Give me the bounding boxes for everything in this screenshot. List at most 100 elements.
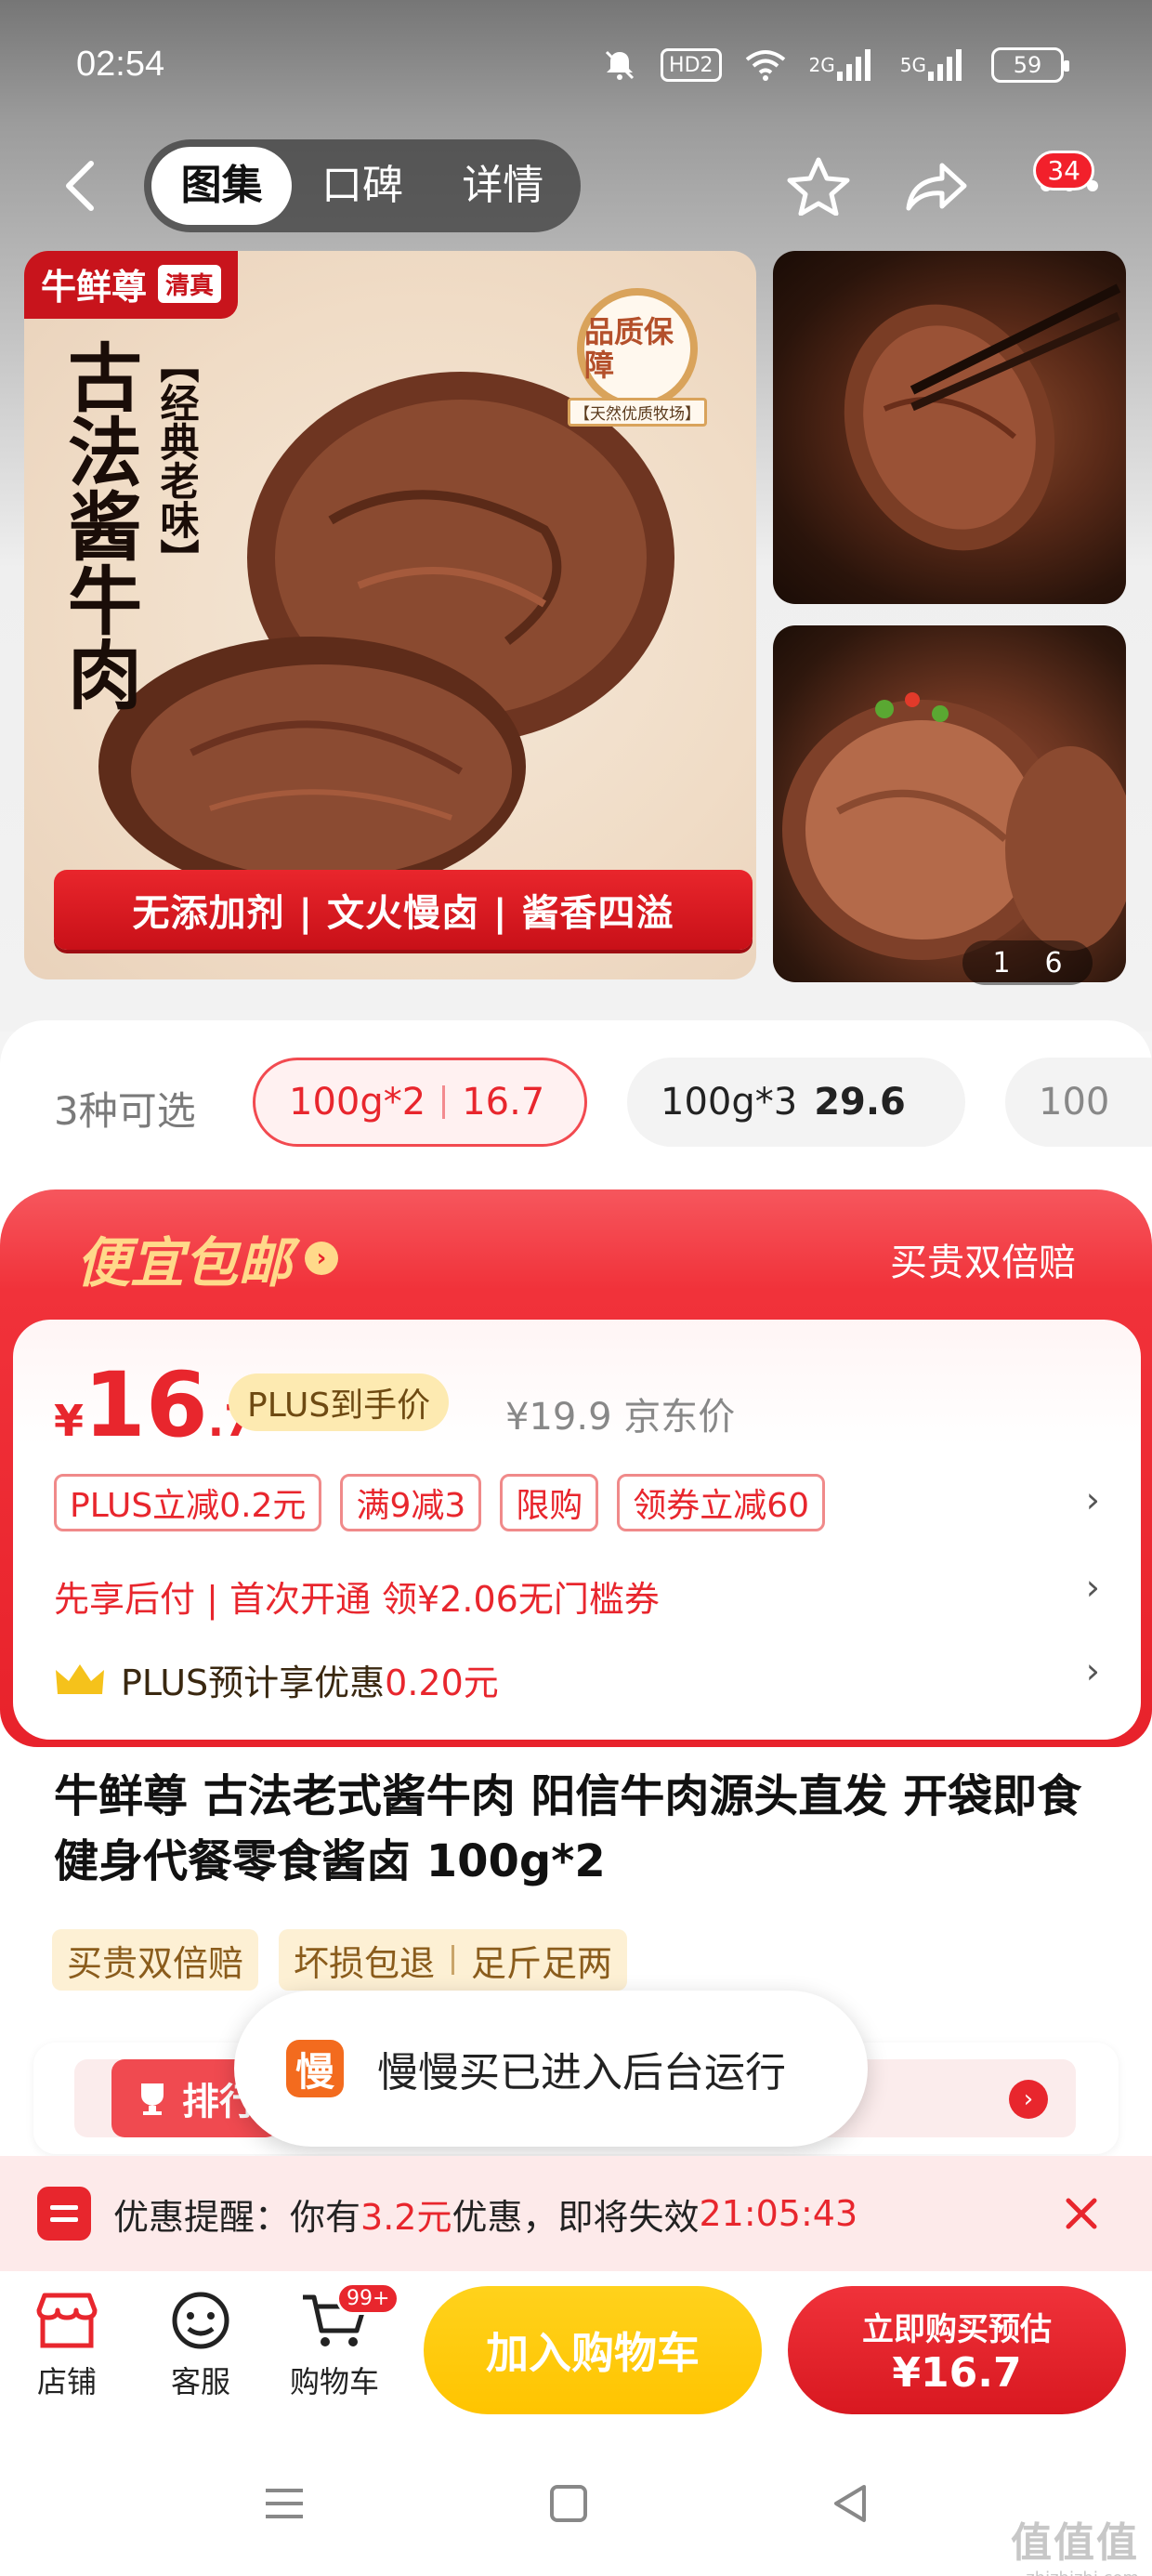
price-guarantee-text: 买贵双倍赔 [890, 1242, 1076, 1284]
mute-icon [601, 45, 638, 85]
coupon-tags[interactable]: PLUS立减0.2元 满9减3 限购 领券立减60 [54, 1474, 826, 1531]
price-integer: 16 [84, 1353, 208, 1457]
trophy-icon [141, 2083, 164, 2115]
buy-now-button[interactable]: 立即购买预估 ¥16.7 [788, 2286, 1126, 2414]
buy-now-price: ¥16.7 [892, 2349, 1022, 2397]
reminder-icon [37, 2187, 91, 2241]
back-triangle-icon [834, 2485, 866, 2522]
feature-banner: 无添加剂 | 文火慢卤 | 酱香四溢 [54, 870, 753, 950]
favorite-button[interactable] [784, 156, 853, 216]
toast-message: 慢慢买已进入后台运行 [377, 2049, 786, 2096]
background-run-toast: 慢 慢慢买已进入后台运行 [234, 1991, 868, 2147]
spec-option[interactable]: 100g*3 29.6 [627, 1058, 965, 1147]
app-logo-icon: 慢 [286, 2040, 344, 2097]
service-label: 客服 [170, 2364, 230, 2399]
chevron-right-icon[interactable]: › [1086, 1650, 1100, 1691]
main-product-image[interactable]: 牛鲜尊 清真 古法酱牛肉 【经典老味】 品质保障 【天然优质牧场】 无添加剂 |… [24, 251, 756, 979]
divider [452, 1945, 455, 1975]
close-icon [1066, 2198, 1097, 2229]
page-total: 6 [1044, 946, 1063, 979]
system-navigation-bar [0, 2429, 1152, 2576]
battery-icon: 59 [991, 47, 1069, 83]
tab-reviews[interactable]: 口碑 [292, 147, 432, 225]
beef-shank-illustration [782, 692, 1126, 960]
spec-option-selected[interactable]: 100g*2 16.7 [253, 1058, 587, 1147]
menu-icon [266, 2489, 303, 2518]
beef-slice-illustration [844, 283, 1121, 551]
plus-discount-value: 0.20元 [385, 1663, 499, 1703]
watermark-logo-text: 值值值 [1011, 2519, 1139, 2567]
more-button[interactable]: 34 [1018, 151, 1120, 216]
thumbnail-image-2[interactable] [773, 625, 1126, 982]
chevron-right-icon[interactable]: › [1086, 1567, 1100, 1608]
promo-title: 便宜包邮 [76, 1231, 293, 1295]
pay-later-offer[interactable]: 先享后付 | 首次开通 领¥2.06无门槛券 [54, 1571, 660, 1622]
plus-discount-label: PLUS预计享优惠 [121, 1663, 386, 1703]
ranking-more-icon[interactable]: › [1009, 2080, 1048, 2119]
quality-seal: 品质保障 【天然优质牧场】 [568, 288, 707, 427]
spec-option-name: 100g*3 [661, 1081, 798, 1124]
customer-service-button[interactable]: 客服 [145, 2290, 256, 2401]
reminder-prefix: 优惠提醒：你有 [113, 2196, 361, 2238]
spec-count-label: 3种可选 [54, 1088, 196, 1134]
spec-option[interactable]: 100 [1005, 1058, 1152, 1147]
signal-2g-label: 2G [808, 54, 835, 76]
quality-seal-text: 品质保障 [577, 288, 698, 409]
back-nav-button[interactable] [823, 2476, 879, 2531]
spec-option-name: 100g*2 [289, 1081, 426, 1124]
status-bar: 02:54 HD2 2G 5G 59 [0, 0, 1152, 139]
page-current: 1 [992, 946, 1011, 979]
star-icon [787, 157, 850, 216]
brand-name: 牛鲜尊 [41, 267, 148, 308]
coupon-tag: PLUS立减0.2元 [54, 1474, 322, 1531]
thumbnail-image-1[interactable] [773, 251, 1126, 604]
menu-nav-button[interactable] [256, 2476, 312, 2531]
shop-button[interactable]: 店铺 [11, 2290, 123, 2401]
cart-button[interactable]: 99+ 购物车 [279, 2282, 400, 2401]
view-segment-control: 图集 口碑 详情 [144, 139, 581, 232]
notification-badge: 34 [1033, 151, 1094, 191]
plus-discount-row[interactable]: PLUS预计享优惠 0.20元 [54, 1654, 499, 1705]
reminder-countdown: 21:05:43 [699, 2193, 858, 2234]
promo-panel: 便宜包邮 › 买贵双倍赔 ¥ 16 .7 PLUS到手价 ¥19.9 京东价 P… [0, 1189, 1152, 1747]
image-title: 古法酱牛肉 [56, 339, 142, 711]
spec-option-price: 29.6 [814, 1081, 906, 1124]
service-tag: 足斤足两 [471, 1942, 613, 1984]
add-to-cart-button[interactable]: 加入购物车 [424, 2286, 762, 2414]
home-square-icon [550, 2485, 587, 2522]
service-tags[interactable]: 买贵双倍赔 坏损包退 足斤足两 [52, 1929, 628, 1991]
service-chat-icon [172, 2292, 229, 2349]
coupon-tag: 限购 [500, 1474, 599, 1531]
image-subtitle: 【经典老味】 [154, 344, 200, 578]
crown-icon [56, 1663, 104, 1694]
spec-selector: 3种可选 100g*2 16.7 100g*3 29.6 100 [0, 1058, 1152, 1150]
coupon-tag: 满9减3 [340, 1474, 482, 1531]
tab-details[interactable]: 详情 [433, 147, 573, 225]
status-time: 02:54 [76, 45, 165, 84]
spec-option-name: 100 [1039, 1081, 1110, 1124]
promo-title-link[interactable]: 便宜包邮 › [76, 1219, 339, 1297]
service-tag-group: 坏损包退 足斤足两 [279, 1929, 628, 1991]
home-nav-button[interactable] [541, 2476, 596, 2531]
buy-now-label: 立即购买预估 [862, 2311, 1052, 2348]
reminder-amount: 3.2元 [360, 2196, 452, 2238]
share-button[interactable] [901, 156, 970, 216]
chevron-right-icon: › [305, 1242, 339, 1275]
reminder-middle: 优惠，即将失效 [452, 2196, 700, 2238]
jd-price-label: 京东价 [623, 1396, 736, 1439]
signal-5g-icon: 5G [900, 45, 969, 85]
gallery-page-indicator: 1 6 [962, 940, 1093, 985]
tab-gallery[interactable]: 图集 [151, 147, 293, 225]
halal-badge: 清真 [156, 263, 224, 305]
close-reminder-button[interactable] [1054, 2186, 1109, 2241]
shop-icon [36, 2293, 98, 2348]
coupon-tag: 领券立减60 [617, 1474, 826, 1531]
back-button[interactable] [56, 156, 111, 216]
jd-reference-price: ¥19.9 京东价 [505, 1387, 735, 1440]
product-gallery-section: 02:54 HD2 2G 5G 59 图集 口碑 详情 34 牛鲜尊 清真 古法… [0, 0, 1152, 1032]
cart-label: 购物车 [289, 2364, 379, 2399]
plus-price-tag: PLUS到手价 [229, 1373, 450, 1431]
discount-reminder[interactable]: 优惠提醒：你有 3.2元 优惠，即将失效 21:05:43 [0, 2156, 1152, 2271]
chevron-right-icon[interactable]: › [1086, 1479, 1100, 1520]
quality-ribbon: 【天然优质牧场】 [568, 398, 707, 427]
